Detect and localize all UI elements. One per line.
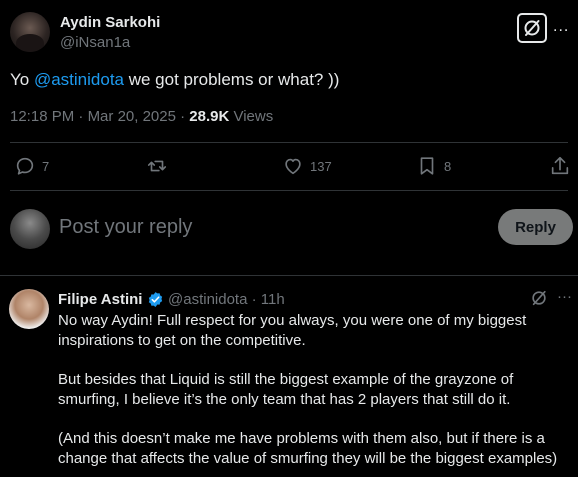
reply-action[interactable]: 7 xyxy=(14,155,49,177)
verified-badge-icon[interactable] xyxy=(147,291,164,308)
tweet-meta: 12:18 PM · Mar 20, 2025 · 28.9K Views xyxy=(10,108,273,125)
reply-icon xyxy=(16,157,34,175)
reply-paragraph-2: But besides that Liquid is still the big… xyxy=(58,370,576,410)
meta-separator: · xyxy=(74,108,88,125)
post-date[interactable]: Mar 20, 2025 xyxy=(88,108,176,125)
tweet-text: Yo @astinidota we got problems or what? … xyxy=(10,69,339,91)
reply-author-name[interactable]: Filipe Astini xyxy=(58,291,142,308)
reply-paragraph-3: (And this doesn’t make me have problems … xyxy=(58,429,576,469)
reply-line: But besides that Liquid is still the big… xyxy=(58,371,514,388)
more-options-icon[interactable]: ... xyxy=(553,18,569,36)
reply-text: No way Aydin! Full respect for you alway… xyxy=(58,311,576,469)
post-header: Aydin Sarkohi @iNsan1a ... xyxy=(10,12,568,56)
share-icon xyxy=(551,156,569,175)
grok-icon xyxy=(524,20,540,36)
author-name[interactable]: Aydin Sarkohi xyxy=(60,14,160,31)
repost-action[interactable] xyxy=(146,155,174,177)
post-time[interactable]: 12:18 PM xyxy=(10,108,74,125)
reply-more-options-icon[interactable]: ··· xyxy=(557,288,572,305)
reply-paragraph-1: No way Aydin! Full respect for you alway… xyxy=(58,311,576,351)
author-handle[interactable]: @iNsan1a xyxy=(60,34,130,51)
mention-link[interactable]: @astinidota xyxy=(34,70,124,89)
reply-line: (And this doesn’t make me have problems … xyxy=(58,430,545,447)
tweet-text-suffix: we got problems or what? )) xyxy=(124,70,340,89)
views-label: Views xyxy=(229,108,274,125)
reply-button[interactable]: Reply xyxy=(498,209,573,245)
action-bar: 7 137 8 xyxy=(0,145,578,191)
reply-composer: Post your reply Reply xyxy=(0,205,578,255)
reply-count: 7 xyxy=(42,158,50,174)
like-count: 137 xyxy=(310,158,332,174)
reply-line: smurfing, I believe it’s the only team t… xyxy=(58,391,511,408)
grok-icon[interactable] xyxy=(530,289,548,307)
grok-button[interactable] xyxy=(517,13,547,43)
reply-author-handle[interactable]: @astinidota · 11h xyxy=(168,291,285,308)
reply-line: No way Aydin! Full respect for you alway… xyxy=(58,312,527,329)
reply-line: change that affects the value of smurfin… xyxy=(58,450,558,467)
reply-input[interactable]: Post your reply xyxy=(59,216,192,239)
bookmark-count: 8 xyxy=(444,158,452,174)
bookmark-icon xyxy=(420,157,434,175)
heart-icon xyxy=(285,158,301,175)
author-avatar[interactable] xyxy=(10,12,50,52)
tweet-text-prefix: Yo xyxy=(10,70,34,89)
reply-author-avatar[interactable] xyxy=(9,289,49,329)
views-count: 28.9K xyxy=(189,108,230,125)
bookmark-action[interactable]: 8 xyxy=(416,155,451,177)
divider xyxy=(10,142,568,143)
reply-tweet[interactable]: Filipe Astini @astinidota · 11h ··· No w… xyxy=(0,276,578,477)
like-action[interactable]: 137 xyxy=(282,155,332,177)
current-user-avatar[interactable] xyxy=(10,209,50,249)
share-action[interactable] xyxy=(549,155,571,177)
divider xyxy=(10,190,568,191)
repost-icon xyxy=(147,160,167,172)
reply-line: inspirations to get on the competitive. xyxy=(58,332,306,349)
meta-separator: · xyxy=(175,108,190,125)
